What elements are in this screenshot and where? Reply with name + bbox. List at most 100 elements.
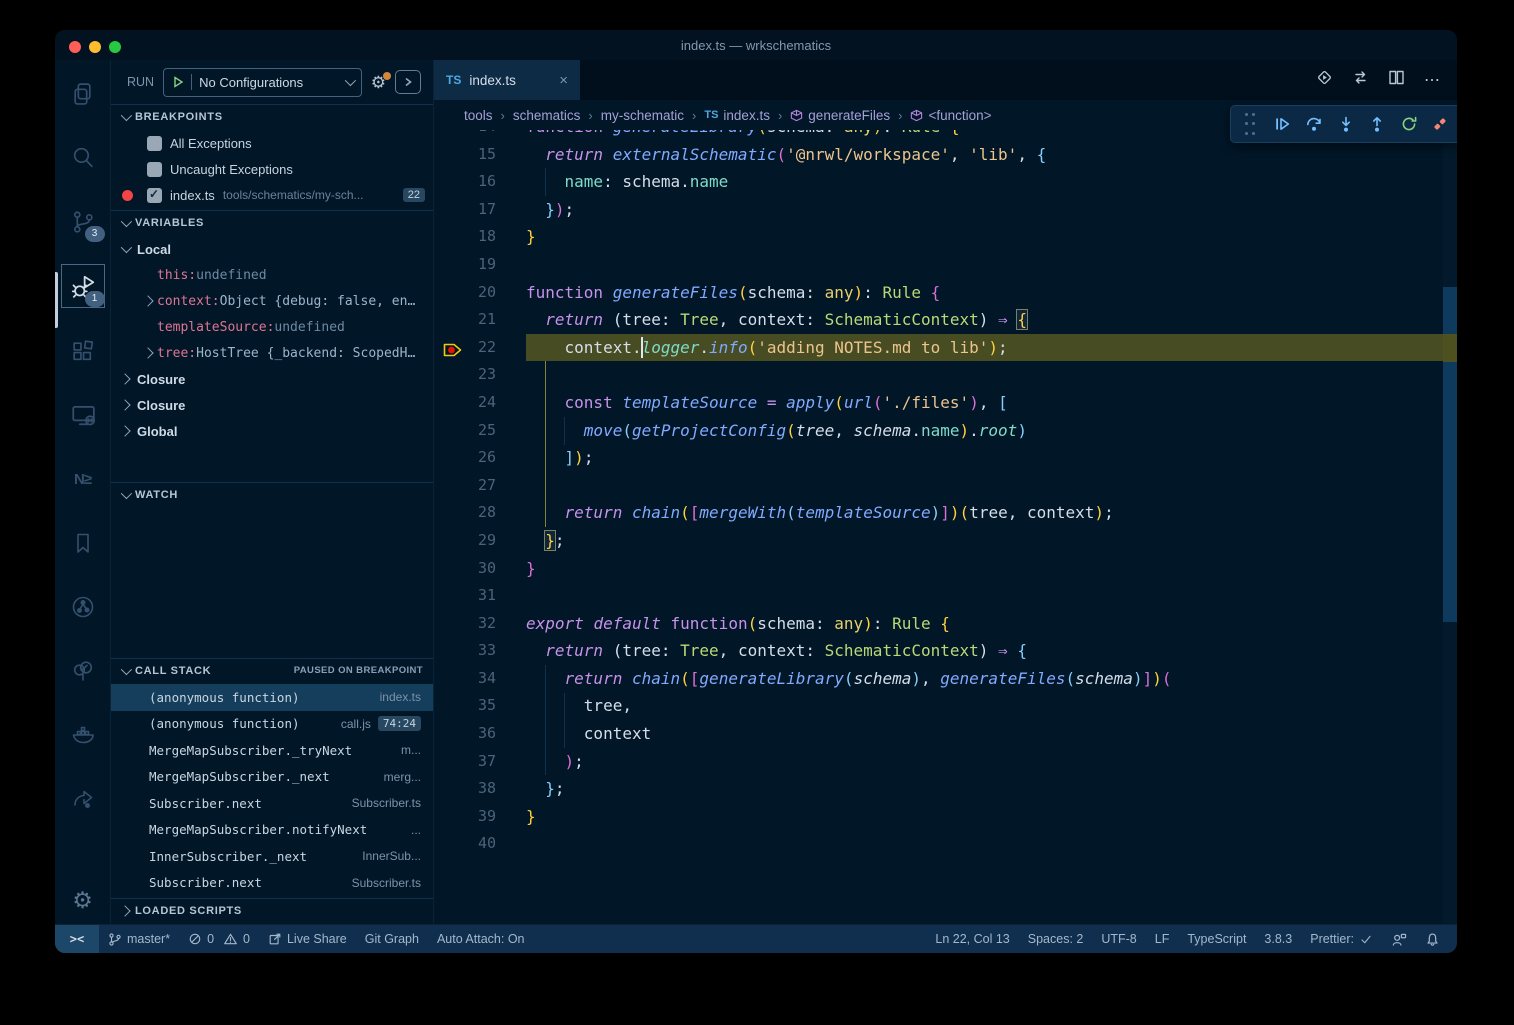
breadcrumb-item[interactable]: my-schematic	[601, 108, 684, 123]
code-line[interactable]: 40	[434, 830, 1443, 858]
eol-item[interactable]: LF	[1146, 925, 1179, 953]
close-window-button[interactable]	[69, 41, 81, 53]
line-number[interactable]: 40	[434, 830, 496, 858]
problems-item[interactable]: 0 0	[179, 925, 259, 953]
checkbox-unchecked[interactable]	[147, 136, 162, 151]
minimize-window-button[interactable]	[89, 41, 101, 53]
debug-settings-gear-icon[interactable]: ⚙	[371, 74, 386, 91]
breadcrumb-item[interactable]: generateFiles	[790, 108, 890, 123]
line-number[interactable]: 17	[434, 196, 496, 224]
variables-scope-row[interactable]: Local	[111, 236, 433, 262]
code-editor[interactable]: 14function generateLibrary(schema: any):…	[434, 130, 1457, 924]
code-line[interactable]: 37 );	[434, 748, 1443, 776]
restart-button[interactable]	[1397, 111, 1421, 137]
line-number[interactable]: 25	[434, 417, 496, 445]
code-line[interactable]: 33 return (tree: Tree, context: Schemati…	[434, 637, 1443, 665]
code-line[interactable]: 21 return (tree: Tree, context: Schemati…	[434, 306, 1443, 334]
encoding-item[interactable]: UTF-8	[1092, 925, 1145, 953]
run-diff-icon[interactable]	[1316, 69, 1333, 91]
code-line[interactable]: 39}	[434, 803, 1443, 831]
step-over-button[interactable]	[1302, 111, 1326, 137]
code-line[interactable]: 20function generateFiles(schema: any): R…	[434, 279, 1443, 307]
code-line[interactable]: 18}	[434, 223, 1443, 251]
line-number[interactable]: 31	[434, 582, 496, 610]
remote-explorer-icon[interactable]	[62, 394, 104, 436]
stack-frame-row[interactable]: Subscriber.nextSubscriber.ts	[111, 790, 433, 817]
source-control-icon[interactable]: 3	[62, 200, 104, 242]
variables-scope-row[interactable]: Global	[111, 418, 433, 444]
code-line[interactable]: 15 return externalSchematic('@nrwl/works…	[434, 141, 1443, 169]
live-share-item[interactable]: Live Share	[259, 925, 356, 953]
run-debug-icon[interactable]: 1	[61, 264, 105, 308]
remote-indicator[interactable]: ><	[55, 925, 99, 953]
line-number[interactable]: 15	[434, 141, 496, 169]
git-history-icon[interactable]	[62, 586, 104, 628]
language-mode-item[interactable]: TypeScript	[1178, 925, 1255, 953]
variable-row[interactable]: tree: HostTree {_backend: ScopedH…	[111, 340, 433, 366]
stack-frame-row[interactable]: (anonymous function)call.js74:24	[111, 711, 433, 738]
start-debug-icon[interactable]	[172, 76, 184, 88]
current-breakpoint-arrow-icon[interactable]	[443, 339, 463, 367]
traffic-lights[interactable]	[69, 41, 121, 53]
stack-frame-row[interactable]: MergeMapSubscriber.notifyNext...	[111, 817, 433, 844]
code-line[interactable]: 26 ]);	[434, 444, 1443, 472]
stack-frame-row[interactable]: (anonymous function)index.ts	[111, 684, 433, 711]
stack-frame-row[interactable]: InnerSubscriber._nextInnerSub...	[111, 843, 433, 870]
checkbox-unchecked[interactable]	[147, 162, 162, 177]
ts-version-item[interactable]: 3.8.3	[1255, 925, 1301, 953]
line-number[interactable]: 18	[434, 223, 496, 251]
line-number[interactable]: 34	[434, 665, 496, 693]
line-number[interactable]: 20	[434, 279, 496, 307]
tab-index-ts[interactable]: TS index.ts ×	[434, 60, 580, 100]
code-line[interactable]: 16 name: schema.name	[434, 168, 1443, 196]
explorer-icon[interactable]	[62, 72, 104, 114]
checkbox-checked[interactable]	[147, 188, 162, 203]
live-share-view-icon[interactable]	[62, 778, 104, 820]
line-number[interactable]: 32	[434, 610, 496, 638]
git-graph-item[interactable]: Git Graph	[356, 925, 428, 953]
code-line[interactable]: 34 return chain([generateLibrary(schema)…	[434, 665, 1443, 693]
nx-console-icon[interactable]: N≥	[62, 458, 104, 500]
sync-changes-icon[interactable]	[1352, 69, 1369, 91]
close-tab-icon[interactable]: ×	[559, 72, 568, 89]
variable-row[interactable]: this: undefined	[111, 262, 433, 288]
line-number[interactable]: 19	[434, 251, 496, 279]
line-number[interactable]: 26	[434, 444, 496, 472]
code-line[interactable]: 25 move(getProjectConfig(tree, schema.na…	[434, 417, 1443, 445]
breadcrumb-item[interactable]: tools	[464, 108, 493, 123]
breadcrumb-item[interactable]: TSindex.ts	[704, 108, 770, 123]
line-number[interactable]: 35	[434, 692, 496, 720]
code-line[interactable]: 31	[434, 582, 1443, 610]
code-line[interactable]: 38 };	[434, 775, 1443, 803]
stack-frame-row[interactable]: Subscriber.nextSubscriber.ts	[111, 870, 433, 897]
line-number[interactable]: 27	[434, 472, 496, 500]
prettier-item[interactable]: Prettier:	[1301, 925, 1382, 953]
git-branch-item[interactable]: master*	[99, 925, 179, 953]
search-icon[interactable]	[62, 136, 104, 178]
line-number[interactable]: 36	[434, 720, 496, 748]
variables-section-header[interactable]: VARIABLES	[111, 210, 433, 234]
line-number[interactable]: 24	[434, 389, 496, 417]
code-line[interactable]: 29 };	[434, 527, 1443, 555]
continue-button[interactable]	[1270, 111, 1294, 137]
line-number[interactable]: 16	[434, 168, 496, 196]
manage-gear-icon[interactable]: ⚙	[55, 887, 110, 914]
breakpoint-uncaught-exceptions[interactable]: Uncaught Exceptions	[111, 156, 433, 182]
line-number[interactable]: 21	[434, 306, 496, 334]
line-number[interactable]: 37	[434, 748, 496, 776]
line-number[interactable]: 30	[434, 555, 496, 583]
indentation-item[interactable]: Spaces: 2	[1019, 925, 1093, 953]
code-line[interactable]: 32export default function(schema: any): …	[434, 610, 1443, 638]
watch-section-header[interactable]: WATCH	[111, 482, 433, 506]
debug-console-button[interactable]	[395, 70, 421, 94]
feedback-item[interactable]	[1382, 925, 1416, 953]
auto-attach-item[interactable]: Auto Attach: On	[428, 925, 534, 953]
notifications-item[interactable]	[1416, 925, 1449, 953]
code-line[interactable]: 36 context	[434, 720, 1443, 748]
cursor-position-item[interactable]: Ln 22, Col 13	[926, 925, 1018, 953]
line-number[interactable]: 33	[434, 637, 496, 665]
docker-icon[interactable]	[62, 714, 104, 756]
breakpoints-section-header[interactable]: BREAKPOINTS	[111, 104, 433, 128]
more-actions-icon[interactable]: ⋯	[1424, 70, 1441, 90]
zoom-window-button[interactable]	[109, 41, 121, 53]
